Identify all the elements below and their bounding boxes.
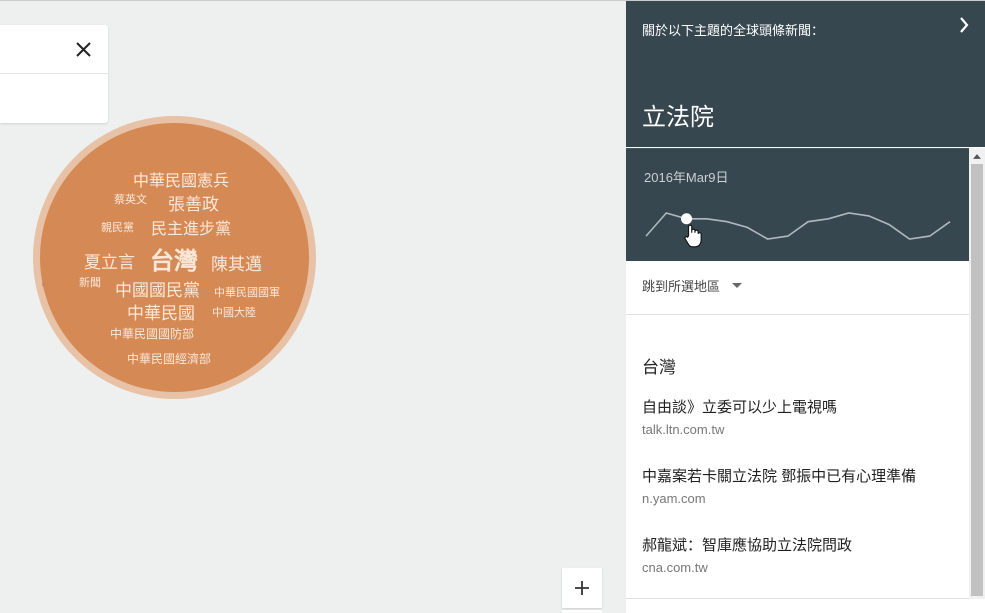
bubble-word[interactable]: 中華民國	[127, 306, 195, 323]
header-label: 關於以下主題的全球頭條新聞：	[642, 23, 825, 38]
bubble-word[interactable]: 台灣	[150, 249, 198, 273]
region-select-label: 跳到所選地區	[642, 279, 721, 294]
topic-title: 立法院	[642, 104, 714, 131]
article-link[interactable]: 郝龍斌：智庫應協助立法院問政 cna.com.tw	[642, 537, 962, 575]
search-card	[0, 25, 108, 123]
bubble-word[interactable]: 親民黨	[101, 222, 134, 233]
bubble-anchor-dot	[42, 282, 47, 287]
article-source: cna.com.tw	[642, 560, 708, 575]
scroll-thumb[interactable]	[971, 164, 983, 596]
bubble-word[interactable]: 新聞	[79, 277, 101, 288]
search-card-row-2[interactable]	[0, 74, 108, 122]
panel-bottom-divider	[626, 598, 969, 599]
bubble-word[interactable]: 中華民國經濟部	[127, 353, 211, 365]
bubble-word[interactable]: 中國國民黨	[115, 283, 200, 300]
article-headline: 自由談》立委可以少上電視嗎	[642, 399, 838, 416]
arrow-up-icon	[973, 153, 981, 159]
scroll-up-arrow[interactable]	[969, 148, 985, 164]
panel-header: 關於以下主題的全球頭條新聞： 立法院	[626, 1, 985, 147]
bubble-word[interactable]: 夏立言	[84, 255, 135, 272]
article-source: n.yam.com	[642, 491, 706, 506]
region-select[interactable]: 跳到所選地區	[642, 276, 743, 295]
close-icon	[75, 41, 91, 57]
trend-chart[interactable]: 2016年Mar9日	[626, 148, 969, 261]
bubble-word[interactable]: 民主進步黨	[151, 221, 231, 237]
trend-sparkline[interactable]	[626, 149, 969, 262]
divider	[626, 314, 969, 315]
bubble-word[interactable]: 陳其邁	[211, 257, 262, 274]
chevron-right-icon	[960, 17, 969, 33]
zoom-in-button[interactable]	[562, 568, 602, 608]
collapse-panel-button[interactable]	[955, 15, 973, 35]
trend-selected-point	[681, 213, 693, 225]
section-title: 台灣	[642, 358, 676, 377]
article-link[interactable]: 自由談》立委可以少上電視嗎 talk.ltn.com.tw	[642, 399, 962, 437]
search-card-row	[0, 25, 108, 74]
bubble-word[interactable]: 蔡英文	[114, 194, 147, 205]
bubble-word[interactable]: 中華民國國軍	[214, 287, 280, 298]
news-panel: 關於以下主題的全球頭條新聞： 立法院 2016年Mar9日 跳到所選地區 台灣 …	[626, 1, 985, 613]
bubble-word[interactable]: 中國大陸	[212, 307, 256, 318]
article-link[interactable]: 中嘉案若卡關立法院 鄧振中已有心理準備 n.yam.com	[642, 468, 962, 506]
hand-cursor-icon	[684, 224, 702, 248]
bubble-word[interactable]: 中華民國國防部	[110, 328, 194, 340]
article-source: talk.ltn.com.tw	[642, 422, 725, 437]
bubble-word[interactable]: 中華民國憲兵	[133, 173, 229, 189]
article-headline: 中嘉案若卡關立法院 鄧振中已有心理準備	[642, 468, 917, 485]
plus-icon	[575, 581, 589, 595]
panel-scrollbar[interactable]	[969, 148, 985, 599]
caret-down-icon	[732, 283, 743, 288]
bubble-word[interactable]: 張善政	[168, 197, 219, 214]
article-headline: 郝龍斌：智庫應協助立法院問政	[642, 537, 853, 554]
topic-bubble[interactable]: 中華民國憲兵 蔡英文 張善政 親民黨 民主進步黨 夏立言 台灣 陳其邁 新聞 中國國民黨 中華民國國…	[33, 116, 316, 399]
close-button[interactable]	[72, 38, 94, 60]
